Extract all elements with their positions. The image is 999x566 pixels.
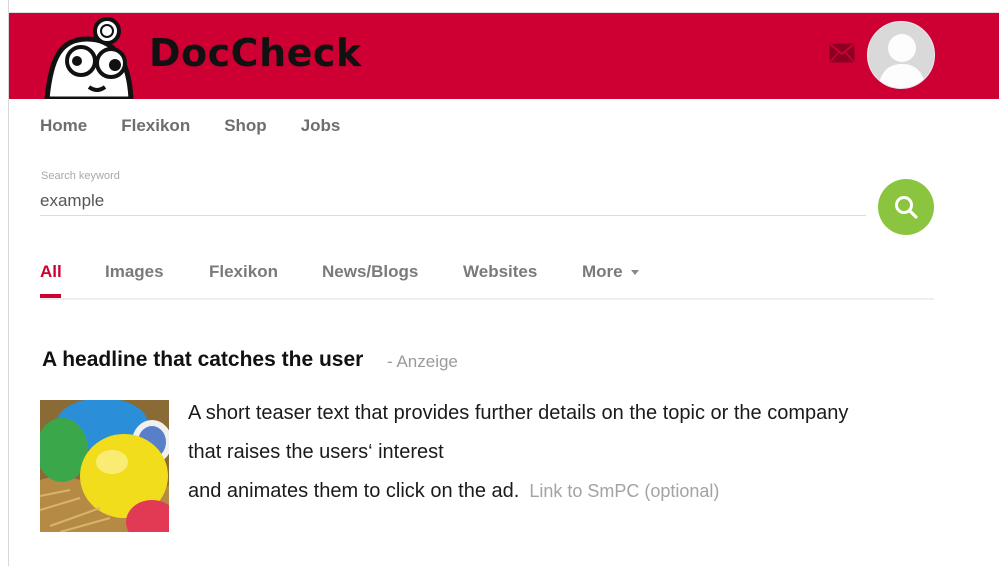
chevron-down-icon: [630, 270, 639, 276]
search-button[interactable]: [878, 179, 934, 235]
brand-name[interactable]: DocCheck: [149, 31, 362, 75]
search-icon: [895, 196, 918, 219]
tab-all[interactable]: All: [40, 262, 62, 282]
header-bar: DocCheck: [9, 13, 999, 102]
search-label: Search keyword: [41, 170, 120, 182]
tab-images[interactable]: Images: [105, 262, 164, 282]
doccheck-mascot-logo[interactable]: [41, 17, 141, 102]
nav-item-home[interactable]: Home: [40, 116, 87, 136]
result-tabs: All Images Flexikon News/Blogs Websites …: [40, 262, 934, 300]
tab-flexikon[interactable]: Flexikon: [209, 262, 278, 282]
search-input[interactable]: [40, 186, 866, 216]
ad-image-easter-eggs[interactable]: [40, 400, 169, 532]
tab-more[interactable]: More: [582, 262, 639, 282]
tab-news-blogs[interactable]: News/Blogs: [322, 262, 418, 282]
user-avatar-icon[interactable]: [867, 21, 935, 89]
mail-icon[interactable]: [829, 43, 855, 63]
ad-teaser-line: that raises the users‘ interest: [188, 441, 444, 463]
ad-teaser-line: and animates them to click on the ad.: [188, 480, 520, 502]
nav-item-flexikon[interactable]: Flexikon: [121, 116, 190, 136]
tab-websites[interactable]: Websites: [463, 262, 537, 282]
ad-teaser-line: A short teaser text that provides furthe…: [188, 402, 849, 424]
ad-headline[interactable]: A headline that catches the user: [42, 348, 363, 372]
nav-item-jobs[interactable]: Jobs: [301, 116, 341, 136]
smpc-link[interactable]: Link to SmPC (optional): [529, 481, 719, 501]
active-tab-indicator: [40, 294, 61, 298]
nav-item-shop[interactable]: Shop: [224, 116, 267, 136]
ad-label: - Anzeige: [387, 352, 458, 371]
ad-teaser-line-last: and animates them to click on the ad. Lin…: [188, 472, 948, 511]
main-nav: Home Flexikon Shop Jobs: [40, 116, 374, 136]
ad-teaser-text: A short teaser text that provides furthe…: [188, 394, 948, 511]
tab-more-label: More: [582, 262, 623, 281]
